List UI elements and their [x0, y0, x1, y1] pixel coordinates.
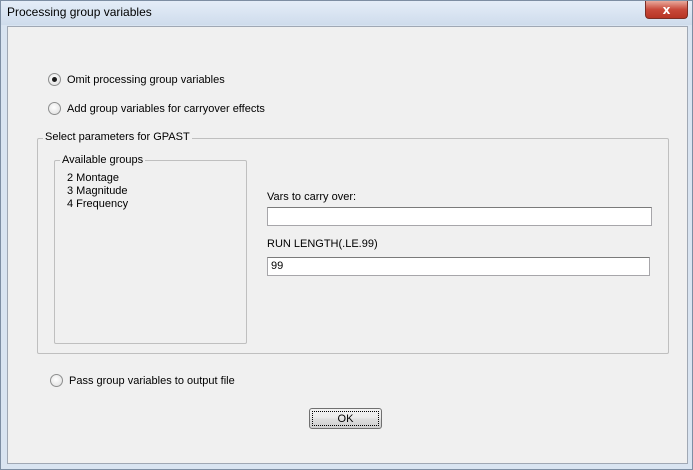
available-groups-list: 2 Montage 3 Magnitude 4 Frequency [67, 172, 128, 211]
add-group-vars-option[interactable]: Add group variables for carryover effect… [48, 102, 265, 115]
pass-radio[interactable] [50, 374, 63, 387]
omit-radio[interactable] [48, 73, 61, 86]
gpast-parameters-group: Select parameters for GPAST Available gr… [37, 131, 669, 354]
gpast-group-legend: Select parameters for GPAST [43, 131, 192, 143]
run-length-field[interactable]: 99 [267, 257, 650, 276]
carry-over-label: Vars to carry over: [267, 191, 357, 203]
list-item[interactable]: 4 Frequency [67, 198, 128, 211]
focus-rectangle [312, 411, 379, 426]
title-bar[interactable]: Processing group variables x [1, 1, 692, 25]
omit-radio-label: Omit processing group variables [67, 73, 225, 86]
available-groups-legend: Available groups [60, 154, 146, 166]
run-length-label: RUN LENGTH(.LE.99) [267, 238, 378, 250]
add-radio-label: Add group variables for carryover effect… [67, 102, 265, 115]
close-button[interactable]: x [645, 1, 688, 19]
omit-group-vars-option[interactable]: Omit processing group variables [48, 73, 225, 86]
available-groups-box: Available groups 2 Montage 3 Magnitude 4… [54, 154, 247, 344]
pass-radio-label: Pass group variables to output file [69, 374, 235, 387]
list-item[interactable]: 3 Magnitude [67, 185, 128, 198]
dialog-body: Omit processing group variables Add grou… [7, 26, 688, 464]
ok-button[interactable]: OK [309, 408, 382, 429]
window-title: Processing group variables [7, 5, 152, 19]
close-icon: x [662, 2, 671, 17]
dialog-window: Processing group variables x Omit proces… [0, 0, 693, 470]
add-radio[interactable] [48, 102, 61, 115]
carry-over-field[interactable] [267, 207, 652, 226]
radio-selected-dot [52, 77, 57, 82]
pass-group-vars-option[interactable]: Pass group variables to output file [50, 374, 235, 387]
list-item[interactable]: 2 Montage [67, 172, 128, 185]
